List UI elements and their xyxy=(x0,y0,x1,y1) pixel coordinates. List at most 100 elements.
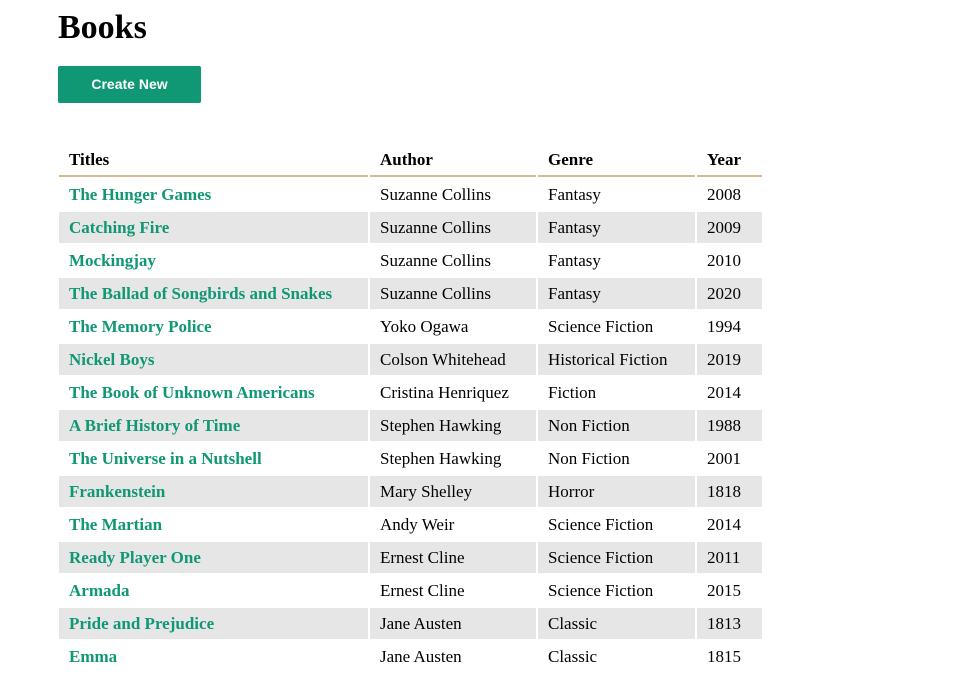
book-title-cell: The Book of Unknown Americans xyxy=(59,377,368,408)
create-new-book-button[interactable]: Create New Book xyxy=(58,66,201,129)
book-genre-cell: Non Fiction xyxy=(548,449,630,468)
book-author-cell: Mary Shelley xyxy=(370,476,536,507)
book-author-cell: Stephen Hawking xyxy=(380,449,502,468)
table-row: The Memory Police Yoko Ogawa Science Ficti… xyxy=(59,311,762,342)
book-year-cell: 2019 xyxy=(697,344,762,375)
table-row: Catching Fire Suzanne Collins Fantasy 2009 xyxy=(59,212,762,243)
book-title-cell: Armada xyxy=(59,575,368,606)
book-author-cell: Jane Austen xyxy=(370,608,536,639)
book-title-link[interactable]: Mockingjay xyxy=(69,251,156,270)
book-author-cell: Andy Weir xyxy=(380,515,455,534)
book-title-cell: The Memory Police xyxy=(59,311,368,342)
table-row: The Hunger Games Suzanne Collins Fantasy 20… xyxy=(59,179,762,210)
book-genre-cell: Fiction xyxy=(548,383,597,402)
book-genre-cell: Historical Fiction xyxy=(538,344,695,375)
book-author-cell: Ernest Cline xyxy=(380,581,465,600)
book-title-cell: Pride and Prejudice xyxy=(59,608,368,639)
page-title: Books xyxy=(58,9,147,46)
book-year-cell: 2014 xyxy=(707,515,741,534)
book-title-cell: Nickel Boys xyxy=(59,344,368,375)
book-genre-cell: Fantasy xyxy=(548,251,601,270)
book-genre-cell: Horror xyxy=(538,476,695,507)
book-genre-cell: Non Fiction xyxy=(538,410,695,441)
book-year-cell: 1818 xyxy=(697,476,762,507)
book-title-link[interactable]: The Martian xyxy=(69,515,162,534)
book-author-cell: Suzanne Collins xyxy=(380,251,491,270)
book-year-cell: 1988 xyxy=(697,410,762,441)
book-title-cell: The Ballad of Songbirds and Snakes xyxy=(59,278,368,309)
column-header-titles: Titles xyxy=(59,146,368,177)
book-title-cell: Ready Player One xyxy=(59,542,368,573)
book-title-cell: Frankenstein xyxy=(59,476,368,507)
column-header-genre: Genre xyxy=(538,146,695,177)
table-row: The Universe in a Nutshell Stephen Hawkin… xyxy=(59,443,762,474)
book-title-link[interactable]: The Book of Unknown Americans xyxy=(69,383,315,402)
table-row: Ready Player One Ernest Cline Science Fict… xyxy=(59,542,762,573)
table-row: Mockingjay Suzanne Collins Fantasy 2010 xyxy=(59,245,762,276)
book-title-cell: The Hunger Games xyxy=(59,179,368,210)
table-row: A Brief History of Time Stephen Hawking No… xyxy=(59,410,762,441)
book-year-cell: 1815 xyxy=(707,647,741,666)
table-row: The Book of Unknown Americans Cristina He… xyxy=(59,377,762,408)
book-title-cell: Mockingjay xyxy=(59,245,368,276)
table-row: Nickel Boys Colson Whitehead Historical Fi… xyxy=(59,344,762,375)
book-title-cell: Catching Fire xyxy=(59,212,368,243)
book-author-cell: Cristina Henriquez xyxy=(380,383,509,402)
book-title-link[interactable]: A Brief History of Time xyxy=(69,416,240,435)
book-title-cell: Emma xyxy=(59,641,368,672)
book-title-link[interactable]: The Universe in a Nutshell xyxy=(69,449,262,468)
book-author-cell: Suzanne Collins xyxy=(380,185,491,204)
book-year-cell: 2001 xyxy=(707,449,741,468)
table-row: Emma Jane Austen Classic 1815 xyxy=(59,641,762,672)
book-author-cell: Suzanne Collins xyxy=(370,212,536,243)
book-title-link[interactable]: The Ballad of Songbirds and Snakes xyxy=(69,284,332,303)
book-genre-cell: Fantasy xyxy=(538,278,695,309)
table-row: The Ballad of Songbirds and Snakes Suzann… xyxy=(59,278,762,309)
book-title-link[interactable]: Ready Player One xyxy=(69,548,201,567)
table-row: Pride and Prejudice Jane Austen Classic 181… xyxy=(59,608,762,639)
book-author-cell: Colson Whitehead xyxy=(370,344,536,375)
book-author-cell: Suzanne Collins xyxy=(370,278,536,309)
book-title-link[interactable]: Catching Fire xyxy=(69,218,169,237)
book-genre-cell: Fantasy xyxy=(548,185,601,204)
book-title-cell: A Brief History of Time xyxy=(59,410,368,441)
book-genre-cell: Fantasy xyxy=(538,212,695,243)
book-genre-cell: Science Fiction xyxy=(538,542,695,573)
books-page: Books Create New Book Titles Author Genr… xyxy=(0,0,962,674)
book-title-link[interactable]: Nickel Boys xyxy=(69,350,154,369)
table-row: Armada Ernest Cline Science Fiction 2015 xyxy=(59,575,762,606)
book-year-cell: 2014 xyxy=(707,383,741,402)
books-table: Titles Author Genre Year The Hunger Game… xyxy=(57,144,764,674)
table-row: The Martian Andy Weir Science Fiction 2014 xyxy=(59,509,762,540)
book-title-link[interactable]: Frankenstein xyxy=(69,482,165,501)
book-genre-cell: Science Fiction xyxy=(548,317,654,336)
book-title-link[interactable]: Armada xyxy=(69,581,129,600)
book-author-cell: Jane Austen xyxy=(380,647,462,666)
book-year-cell: 1994 xyxy=(707,317,741,336)
book-year-cell: 1813 xyxy=(697,608,762,639)
book-author-cell: Ernest Cline xyxy=(370,542,536,573)
book-genre-cell: Classic xyxy=(548,647,598,666)
table-row: Frankenstein Mary Shelley Horror 1818 xyxy=(59,476,762,507)
book-year-cell: 2020 xyxy=(697,278,762,309)
book-genre-cell: Science Fiction xyxy=(548,515,654,534)
book-title-cell: The Martian xyxy=(59,509,368,540)
book-year-cell: 2011 xyxy=(697,542,762,573)
book-year-cell: 2008 xyxy=(707,185,741,204)
table-header-row: Titles Author Genre Year xyxy=(59,146,762,177)
book-author-cell: Stephen Hawking xyxy=(370,410,536,441)
book-title-cell: The Universe in a Nutshell xyxy=(59,443,368,474)
book-year-cell: 2015 xyxy=(707,581,741,600)
book-title-link[interactable]: Emma xyxy=(69,647,117,666)
book-genre-cell: Classic xyxy=(538,608,695,639)
book-author-cell: Yoko Ogawa xyxy=(380,317,469,336)
book-title-link[interactable]: The Memory Police xyxy=(69,317,212,336)
book-title-link[interactable]: The Hunger Games xyxy=(69,185,211,204)
column-header-year: Year xyxy=(697,146,762,177)
book-genre-cell: Science Fiction xyxy=(548,581,654,600)
book-year-cell: 2010 xyxy=(707,251,741,270)
column-header-author: Author xyxy=(370,146,536,177)
book-year-cell: 2009 xyxy=(697,212,762,243)
book-title-link[interactable]: Pride and Prejudice xyxy=(69,614,214,633)
table-body: The Hunger Games Suzanne Collins Fantasy 20… xyxy=(59,179,762,672)
